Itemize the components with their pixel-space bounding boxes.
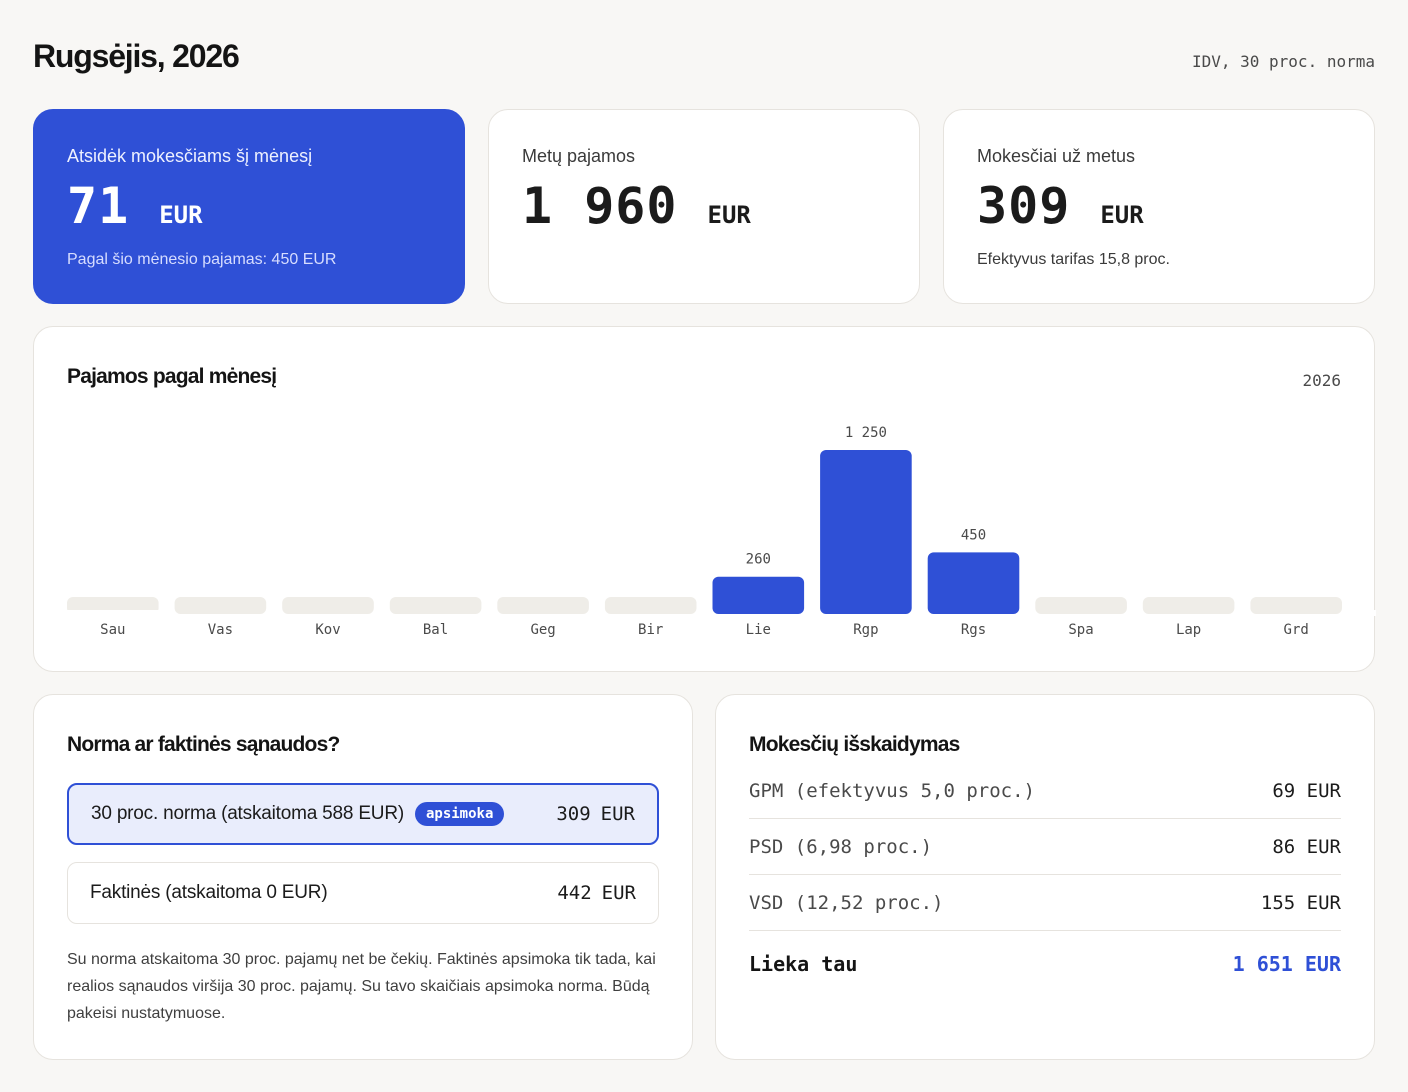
annual-income-unit: EUR	[707, 201, 751, 229]
tick-label-sau: Sau	[100, 622, 125, 638]
monthly-tax-card: Atsidėk mokesčiams šį mėnesį 71 EUR Paga…	[33, 109, 465, 304]
option-actual-amount-value: 442	[557, 882, 592, 904]
monthly-tax-sub: Pagal šio mėnesio pajamas: 450 EUR	[67, 251, 337, 268]
tax-breakdown-card: Mokesčių išskaidymas GPM (efektyvus 5,0 …	[715, 694, 1375, 1060]
tick-label-vas: Vas	[208, 622, 233, 638]
income-chart-card: Pajamos pagal mėnesį 2026 Sau Vas Kov Bal Ge…	[33, 326, 1376, 672]
tick-label-geg: Geg	[530, 622, 555, 638]
bar-grd	[1250, 597, 1342, 614]
header-meta: IDV, 30 proc. norma	[1191, 51, 1375, 71]
tick-label-lie: Lie	[746, 622, 771, 638]
bar-bal	[389, 597, 482, 614]
bar-geg	[497, 597, 589, 614]
bar-vas	[174, 597, 267, 614]
annual-taxes-label: Mokesčiai už metus	[977, 146, 1136, 166]
option-actual-expenses[interactable]: Faktinės (atskaitoma 0 EUR) 442 EUR	[67, 862, 659, 924]
monthly-tax-value: 71	[67, 177, 130, 235]
option-norm[interactable]: 30 proc. norma (atskaitoma 588 EUR) apsi…	[67, 783, 659, 845]
option-norm-amount-value: 309	[556, 803, 591, 825]
tax-total-amount: 1 651 EUR	[1232, 952, 1341, 976]
tick-label-bir: Bir	[638, 622, 663, 638]
value-label-lie: 260	[746, 552, 771, 568]
recommended-badge: apsimoka	[414, 802, 505, 826]
bar-rgs	[927, 552, 1020, 614]
annual-income-value: 1 960	[522, 177, 678, 235]
tax-row-label: VSD (12,52 proc.)	[749, 891, 944, 914]
bar-lie	[712, 576, 805, 614]
norm-note: Su norma atskaitoma 30 proc. pajamų net …	[67, 951, 656, 1022]
annual-taxes-card: Mokesčiai už metus 309 EUR Efektyvus tar…	[943, 109, 1375, 304]
tick-label-rgs: Rgs	[961, 622, 986, 638]
option-actual-amount-unit: EUR	[601, 882, 636, 904]
annual-taxes-unit: EUR	[1100, 201, 1144, 229]
annual-taxes-value: 309	[977, 177, 1071, 235]
annual-income-label: Metų pajamos	[522, 146, 636, 166]
option-actual-label: Faktinės (atskaitoma 0 EUR)	[90, 882, 328, 903]
tick-label-spa: Spa	[1068, 622, 1093, 638]
bar-lap	[1142, 597, 1235, 614]
tax-row-amount: 86 EUR	[1272, 835, 1341, 858]
bar-bir	[604, 597, 697, 614]
tick-label-grd: Grd	[1284, 622, 1309, 638]
annual-income-value-row: 1 960 EUR	[522, 181, 886, 231]
monthly-tax-label: Atsidėk mokesčiams šį mėnesį	[67, 146, 313, 166]
annual-taxes-value-row: 309 EUR	[977, 181, 1341, 231]
tax-total-row: Lieka tau 1 651 EUR	[749, 931, 1341, 997]
header: Rugsėjis, 2026 IDV, 30 proc. norma	[33, 36, 1375, 76]
norm-title: Norma ar faktinės sąnaudos?	[67, 733, 340, 756]
option-norm-amount-unit: EUR	[600, 803, 635, 825]
tick-label-rgp: Rgp	[853, 622, 878, 638]
tax-row-psd: PSD (6,98 proc.) 86 EUR	[749, 819, 1341, 875]
value-label-rgp: 1 250	[845, 425, 887, 441]
monthly-tax-value-row: 71 EUR	[67, 181, 431, 231]
tax-row-amount: 155 EUR	[1260, 891, 1341, 914]
option-norm-label: 30 proc. norma (atskaitoma 588 EUR)	[91, 803, 404, 824]
monthly-tax-unit: EUR	[159, 201, 203, 229]
tick-label-lap: Lap	[1176, 622, 1201, 638]
value-label-rgs: 450	[961, 527, 986, 543]
bar-spa	[1035, 597, 1127, 614]
income-bar-chart: Sau Vas Kov Bal Geg Bir Lie 260 Rgp 1 250 Rgs 450 Sp…	[34, 425, 1376, 638]
tick-label-bal: Bal	[423, 622, 448, 638]
tax-row-label: GPM (efektyvus 5,0 proc.)	[749, 779, 1035, 802]
tick-label-kov: Kov	[315, 622, 340, 638]
tax-row-amount: 69 EUR	[1272, 779, 1341, 802]
annual-income-card: Metų pajamos 1 960 EUR	[488, 109, 920, 304]
tax-row-label: PSD (6,98 proc.)	[749, 835, 933, 858]
norm-vs-expenses-card: Norma ar faktinės sąnaudos? 30 proc. nor…	[33, 694, 693, 1060]
breakdown-title: Mokesčių išskaidymas	[749, 733, 960, 756]
bar-kov	[282, 597, 374, 614]
page-title: Rugsėjis, 2026	[33, 37, 240, 74]
option-actual-amount: 442 EUR	[557, 882, 636, 904]
tax-row-vsd: VSD (12,52 proc.) 155 EUR	[749, 875, 1341, 931]
bar-rgp	[820, 450, 912, 614]
option-norm-amount: 309 EUR	[556, 803, 635, 825]
tax-row-gpm: GPM (efektyvus 5,0 proc.) 69 EUR	[749, 763, 1341, 819]
tax-total-label: Lieka tau	[749, 952, 858, 976]
annual-taxes-sub: Efektyvus tarifas 15,8 proc.	[977, 251, 1170, 268]
